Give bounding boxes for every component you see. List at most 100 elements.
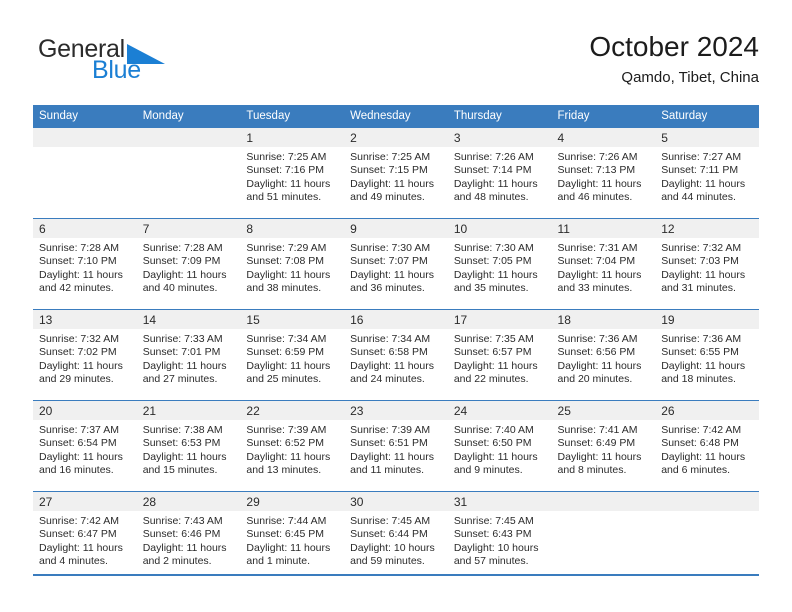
daylight-line-1: Daylight: 11 hours	[246, 541, 331, 554]
day-cell[interactable]: 1 Sunrise: 7:25 AM Sunset: 7:16 PM Dayli…	[240, 128, 345, 219]
day-cell[interactable]: 18 Sunrise: 7:36 AM Sunset: 6:56 PM Dayl…	[551, 309, 656, 401]
day-cell[interactable]: 21 Sunrise: 7:38 AM Sunset: 6:53 PM Dayl…	[136, 400, 241, 492]
daylight-line-1: Daylight: 11 hours	[39, 450, 123, 463]
day-details	[655, 511, 759, 515]
day-number: 19	[655, 310, 759, 329]
sunrise-line: Sunrise: 7:31 AM	[557, 242, 638, 254]
daylight-line-1: Daylight: 11 hours	[661, 177, 746, 190]
day-number: 11	[551, 219, 656, 238]
daylight-line-1: Daylight: 11 hours	[661, 268, 746, 281]
weekday-header-thursday: Thursday	[447, 105, 552, 128]
sunrise-line: Sunrise: 7:45 AM	[350, 515, 431, 527]
day-cell[interactable]: 8 Sunrise: 7:29 AM Sunset: 7:08 PM Dayli…	[240, 218, 345, 310]
day-cell[interactable]: 7 Sunrise: 7:28 AM Sunset: 7:09 PM Dayli…	[136, 218, 241, 310]
daylight-line-1: Daylight: 11 hours	[350, 268, 434, 281]
day-cell[interactable]: 19 Sunrise: 7:36 AM Sunset: 6:55 PM Dayl…	[655, 309, 759, 401]
day-cell[interactable]: 9 Sunrise: 7:30 AM Sunset: 7:07 PM Dayli…	[344, 218, 448, 310]
day-cell[interactable]: 23 Sunrise: 7:39 AM Sunset: 6:51 PM Dayl…	[344, 400, 448, 492]
day-cell[interactable]: 20 Sunrise: 7:37 AM Sunset: 6:54 PM Dayl…	[33, 400, 137, 492]
day-cell[interactable]: 4 Sunrise: 7:26 AM Sunset: 7:13 PM Dayli…	[551, 128, 656, 219]
sunrise-line: Sunrise: 7:30 AM	[453, 242, 534, 254]
day-cell[interactable]: 17 Sunrise: 7:35 AM Sunset: 6:57 PM Dayl…	[447, 309, 552, 401]
daylight-line-1: Daylight: 11 hours	[246, 268, 331, 281]
sunset-line: Sunset: 6:43 PM	[453, 528, 532, 541]
weekday-header-row: Sunday Monday Tuesday Wednesday Thursday…	[33, 105, 759, 128]
day-details: Sunrise: 7:36 AM Sunset: 6:55 PM Dayligh…	[655, 329, 759, 387]
day-cell[interactable]: 30 Sunrise: 7:45 AM Sunset: 6:44 PM Dayl…	[344, 491, 448, 582]
sunset-line: Sunset: 7:11 PM	[661, 164, 739, 177]
sunrise-line: Sunrise: 7:36 AM	[661, 333, 742, 345]
daylight-line-1: Daylight: 11 hours	[557, 450, 642, 463]
weekday-header-saturday: Saturday	[655, 105, 759, 128]
day-number: 22	[240, 401, 345, 420]
day-details: Sunrise: 7:45 AM Sunset: 6:44 PM Dayligh…	[344, 511, 448, 569]
day-number: 25	[551, 401, 656, 420]
day-details: Sunrise: 7:29 AM Sunset: 7:08 PM Dayligh…	[240, 238, 344, 296]
day-details: Sunrise: 7:28 AM Sunset: 7:10 PM Dayligh…	[33, 238, 137, 296]
daylight-line-2: and 8 minutes.	[557, 464, 627, 477]
daylight-line-1: Daylight: 11 hours	[350, 359, 434, 372]
sunset-line: Sunset: 6:59 PM	[246, 346, 325, 359]
day-cell[interactable]	[655, 491, 759, 582]
day-number: 5	[655, 128, 759, 147]
daylight-line-1: Daylight: 11 hours	[142, 268, 227, 281]
day-details: Sunrise: 7:28 AM Sunset: 7:09 PM Dayligh…	[137, 238, 241, 296]
day-cell[interactable]: 15 Sunrise: 7:34 AM Sunset: 6:59 PM Dayl…	[240, 309, 345, 401]
daylight-line-2: and 11 minutes.	[350, 464, 425, 477]
day-number: 27	[33, 492, 137, 511]
day-cell[interactable]: 27 Sunrise: 7:42 AM Sunset: 6:47 PM Dayl…	[33, 491, 137, 582]
day-number	[655, 492, 759, 511]
daylight-line-2: and 24 minutes.	[350, 373, 425, 386]
calendar-grid: Sunday Monday Tuesday Wednesday Thursday…	[33, 105, 759, 582]
daylight-line-2: and 48 minutes.	[453, 191, 529, 204]
sunrise-line: Sunrise: 7:32 AM	[39, 333, 119, 345]
day-details: Sunrise: 7:25 AM Sunset: 7:16 PM Dayligh…	[240, 147, 344, 205]
weekday-header-wednesday: Wednesday	[344, 105, 448, 128]
day-cell[interactable]: 28 Sunrise: 7:43 AM Sunset: 6:46 PM Dayl…	[136, 491, 241, 582]
day-cell[interactable]: 26 Sunrise: 7:42 AM Sunset: 6:48 PM Dayl…	[655, 400, 759, 492]
day-details: Sunrise: 7:34 AM Sunset: 6:59 PM Dayligh…	[240, 329, 344, 387]
day-cell[interactable]: 2 Sunrise: 7:25 AM Sunset: 7:15 PM Dayli…	[344, 128, 448, 219]
daylight-line-1: Daylight: 10 hours	[453, 541, 539, 554]
day-cell[interactable]: 11 Sunrise: 7:31 AM Sunset: 7:04 PM Dayl…	[551, 218, 656, 310]
daylight-line-2: and 13 minutes.	[246, 464, 322, 477]
day-cell[interactable]: 12 Sunrise: 7:32 AM Sunset: 7:03 PM Dayl…	[655, 218, 759, 310]
day-number: 20	[33, 401, 137, 420]
daylight-line-2: and 51 minutes.	[246, 191, 322, 204]
day-cell[interactable]: 31 Sunrise: 7:45 AM Sunset: 6:43 PM Dayl…	[447, 491, 552, 582]
day-cell[interactable]: 29 Sunrise: 7:44 AM Sunset: 6:45 PM Dayl…	[240, 491, 345, 582]
day-details: Sunrise: 7:44 AM Sunset: 6:45 PM Dayligh…	[240, 511, 344, 569]
sunrise-line: Sunrise: 7:42 AM	[39, 515, 119, 527]
day-details: Sunrise: 7:25 AM Sunset: 7:15 PM Dayligh…	[344, 147, 448, 205]
brand-blue-text: Blue	[92, 56, 141, 84]
sunrise-line: Sunrise: 7:38 AM	[142, 424, 223, 436]
day-cell[interactable]: 14 Sunrise: 7:33 AM Sunset: 7:01 PM Dayl…	[136, 309, 241, 401]
daylight-line-1: Daylight: 11 hours	[350, 177, 434, 190]
day-number: 23	[344, 401, 448, 420]
daylight-line-1: Daylight: 11 hours	[142, 450, 227, 463]
day-cell[interactable]: 6 Sunrise: 7:28 AM Sunset: 7:10 PM Dayli…	[33, 218, 137, 310]
day-cell[interactable]: 13 Sunrise: 7:32 AM Sunset: 7:02 PM Dayl…	[33, 309, 137, 401]
sunset-line: Sunset: 7:01 PM	[142, 346, 221, 359]
sunset-line: Sunset: 6:52 PM	[246, 437, 325, 450]
day-details: Sunrise: 7:32 AM Sunset: 7:03 PM Dayligh…	[655, 238, 759, 296]
daylight-line-2: and 16 minutes.	[39, 464, 114, 477]
day-cell[interactable]: 24 Sunrise: 7:40 AM Sunset: 6:50 PM Dayl…	[447, 400, 552, 492]
day-cell[interactable]	[136, 128, 241, 219]
day-cell[interactable]	[551, 491, 656, 582]
daylight-line-1: Daylight: 11 hours	[453, 268, 538, 281]
day-cell[interactable]: 3 Sunrise: 7:26 AM Sunset: 7:14 PM Dayli…	[447, 128, 552, 219]
day-cell[interactable]	[33, 128, 137, 219]
day-cell[interactable]: 22 Sunrise: 7:39 AM Sunset: 6:52 PM Dayl…	[240, 400, 345, 492]
day-cell[interactable]: 16 Sunrise: 7:34 AM Sunset: 6:58 PM Dayl…	[344, 309, 448, 401]
day-number: 10	[447, 219, 552, 238]
brand-logo[interactable]: General Blue	[33, 35, 253, 93]
day-cell[interactable]: 25 Sunrise: 7:41 AM Sunset: 6:49 PM Dayl…	[551, 400, 656, 492]
daylight-line-1: Daylight: 11 hours	[661, 359, 746, 372]
day-number: 2	[344, 128, 448, 147]
sunrise-line: Sunrise: 7:39 AM	[246, 424, 327, 436]
day-cell[interactable]: 5 Sunrise: 7:27 AM Sunset: 7:11 PM Dayli…	[655, 128, 759, 219]
daylight-line-2: and 44 minutes.	[661, 191, 736, 204]
day-cell[interactable]: 10 Sunrise: 7:30 AM Sunset: 7:05 PM Dayl…	[447, 218, 552, 310]
daylight-line-2: and 57 minutes.	[453, 555, 529, 568]
